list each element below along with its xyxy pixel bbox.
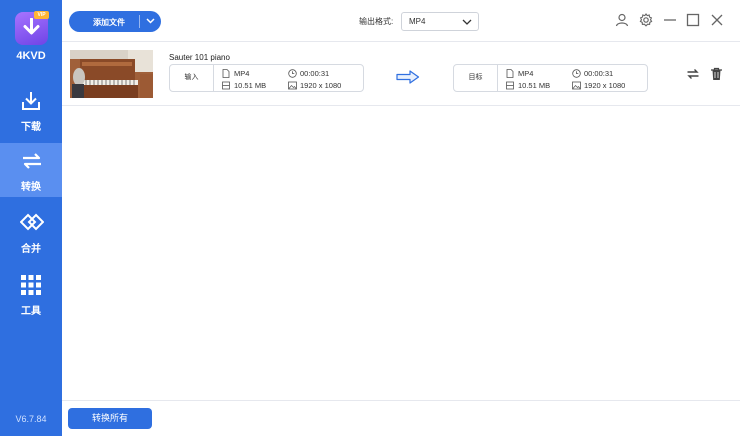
output-format-label: 输出格式: (359, 17, 394, 26)
minimize-icon[interactable] (663, 13, 677, 27)
input-info-box: 输入 MP4 10.51 MB 00:00:31 1920 x 1080 (169, 64, 364, 92)
sidebar-item-merge[interactable]: 合并 (0, 205, 62, 259)
storage-icon (506, 81, 514, 90)
sidebar: VIP 4KVD 下载 转换 合并 工具 V6.7.84 (0, 0, 62, 436)
sidebar-item-convert[interactable]: 转换 (0, 143, 62, 197)
output-tag: 目标 (454, 65, 498, 91)
piano-thumbnail-image (70, 50, 153, 98)
input-size: 10.51 MB (222, 81, 266, 90)
convert-all-button[interactable]: 转换所有 (68, 408, 152, 429)
convert-arrow-icon (396, 70, 420, 84)
output-size: 10.51 MB (506, 81, 550, 90)
storage-icon (222, 81, 230, 90)
video-thumbnail[interactable] (70, 50, 153, 98)
chevron-down-icon[interactable] (146, 18, 155, 24)
add-file-button[interactable]: 添加文件 (69, 11, 161, 32)
tools-grid-icon (21, 275, 41, 295)
input-resolution: 1920 x 1080 (288, 81, 341, 90)
file-row[interactable]: Sauter 101 piano 输入 MP4 10.51 MB 00:00:3… (62, 42, 740, 106)
output-format-value: MP4 (409, 17, 426, 26)
file-icon (222, 69, 230, 78)
file-icon (506, 69, 514, 78)
sidebar-item-label: 转换 (21, 182, 41, 193)
version-label: V6.7.84 (15, 414, 47, 424)
output-format-select[interactable]: MP4 (401, 12, 479, 31)
download-icon (22, 92, 40, 110)
file-title: Sauter 101 piano (169, 53, 230, 62)
main-panel: 添加文件 输出格式: MP4 Sauter 101 piano 输入 MP4 1… (62, 0, 740, 436)
chevron-down-icon (462, 19, 472, 25)
add-file-divider (139, 15, 140, 28)
image-icon (572, 81, 581, 90)
input-tag: 输入 (170, 65, 214, 91)
logo-download-arrow-icon (23, 18, 40, 35)
app-name: 4KVD (16, 50, 46, 62)
clock-icon (572, 69, 581, 78)
sidebar-item-label: 下载 (21, 122, 41, 133)
vip-badge: VIP (34, 11, 49, 19)
input-format: MP4 (222, 69, 249, 78)
reconvert-icon[interactable] (686, 67, 700, 81)
input-duration: 00:00:31 (288, 69, 329, 78)
output-format: MP4 (506, 69, 533, 78)
close-icon[interactable] (710, 13, 724, 27)
merge-icon (20, 213, 44, 231)
sidebar-item-tools[interactable]: 工具 (0, 267, 62, 321)
add-file-label: 添加文件 (93, 18, 125, 27)
bottom-bar: 转换所有 (62, 400, 740, 436)
clock-icon (288, 69, 297, 78)
user-icon[interactable] (615, 13, 629, 27)
maximize-icon[interactable] (686, 13, 700, 27)
top-toolbar: 添加文件 输出格式: MP4 (62, 0, 740, 42)
settings-icon[interactable] (639, 13, 653, 27)
convert-icon (23, 153, 41, 169)
sidebar-item-label: 合并 (21, 244, 41, 255)
output-info-box[interactable]: 目标 MP4 10.51 MB 00:00:31 1920 x 1080 (453, 64, 648, 92)
sidebar-item-download[interactable]: 下载 (0, 83, 62, 137)
sidebar-item-label: 工具 (21, 306, 41, 317)
trash-icon[interactable] (710, 67, 723, 81)
image-icon (288, 81, 297, 90)
output-resolution: 1920 x 1080 (572, 81, 625, 90)
output-duration: 00:00:31 (572, 69, 613, 78)
